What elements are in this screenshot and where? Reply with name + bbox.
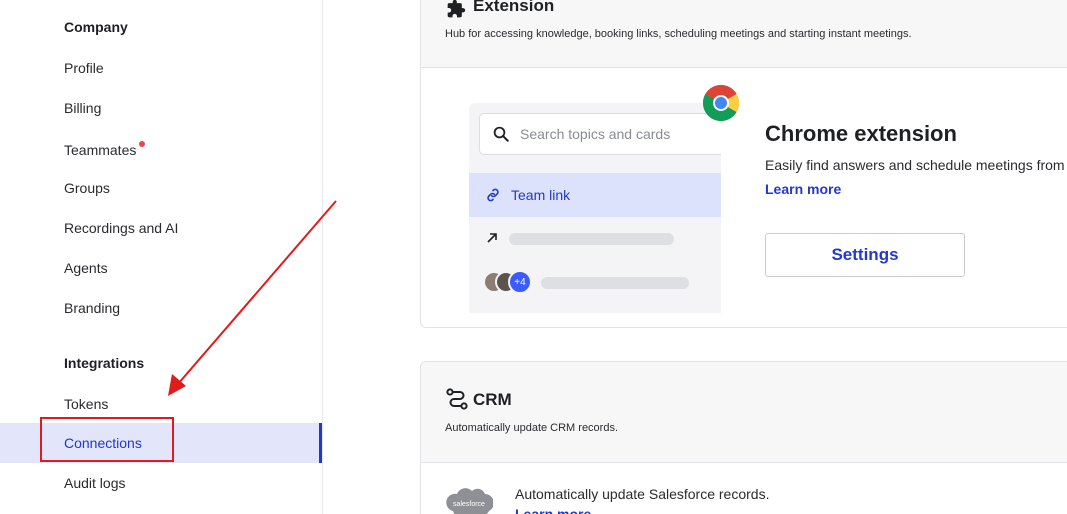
link-icon xyxy=(487,188,499,202)
preview-skeleton-line xyxy=(509,233,674,245)
sidebar-item-label: Teammates xyxy=(64,142,137,158)
sidebar-heading-company: Company xyxy=(64,19,128,35)
chrome-extension-title: Chrome extension xyxy=(765,121,957,146)
sidebar-heading-integrations: Integrations xyxy=(64,355,145,371)
extension-card-title: Extension xyxy=(473,0,555,15)
sidebar-item-label: Tokens xyxy=(64,396,109,412)
preview-team-link-row: Team link xyxy=(469,173,721,217)
workflow-icon xyxy=(446,388,468,410)
sidebar-item-teammates[interactable]: Teammates xyxy=(0,130,322,170)
crm-card-header: CRM Automatically update CRM records. xyxy=(421,362,1067,463)
extension-card-header: Extension Hub for accessing knowledge, b… xyxy=(421,0,1067,68)
extension-card-description: Hub for accessing knowledge, booking lin… xyxy=(445,28,912,40)
puzzle-icon xyxy=(447,0,466,18)
sidebar-item-billing[interactable]: Billing xyxy=(0,88,322,128)
chrome-learn-more-link[interactable]: Learn more xyxy=(765,181,841,197)
sidebar-item-label: Audit logs xyxy=(64,475,126,491)
sidebar-item-tokens[interactable]: Tokens xyxy=(0,384,322,424)
settings-page: Company Profile Billing Teammates Groups… xyxy=(0,0,1067,514)
crm-card: CRM Automatically update CRM records. sa… xyxy=(420,361,1067,514)
sidebar-item-connections[interactable]: Connections xyxy=(0,423,322,463)
sidebar-item-label: Agents xyxy=(64,260,108,276)
preview-search-placeholder: Search topics and cards xyxy=(520,126,671,142)
sidebar-item-label: Billing xyxy=(64,100,102,116)
settings-sidebar: Company Profile Billing Teammates Groups… xyxy=(0,0,323,514)
sidebar-item-recordings-and-ai[interactable]: Recordings and AI xyxy=(0,208,322,248)
sidebar-item-branding[interactable]: Branding xyxy=(0,288,322,328)
integrations-main: Extension Hub for accessing knowledge, b… xyxy=(323,0,1067,514)
extension-preview-illustration: Search topics and cards Team link +4 xyxy=(469,103,721,313)
sidebar-item-label: Groups xyxy=(64,180,110,196)
sidebar-item-groups[interactable]: Groups xyxy=(0,168,322,208)
sidebar-item-label: Profile xyxy=(64,60,104,76)
salesforce-logo-icon: salesforce xyxy=(446,488,493,514)
crm-card-title: CRM xyxy=(473,390,512,409)
arrow-up-right-icon xyxy=(487,233,497,243)
preview-team-link-label: Team link xyxy=(511,187,571,203)
chrome-extension-description: Easily find answers and schedule meeting… xyxy=(765,157,1065,173)
sidebar-item-label: Connections xyxy=(64,435,142,451)
sidebar-item-label: Branding xyxy=(64,300,121,316)
preview-skeleton-line xyxy=(541,277,689,289)
chrome-extension-settings-button[interactable]: Settings xyxy=(765,233,965,277)
sidebar-item-agents[interactable]: Agents xyxy=(0,248,322,288)
sidebar-item-label: Recordings and AI xyxy=(64,220,179,236)
notification-dot xyxy=(139,141,146,147)
sidebar-item-profile[interactable]: Profile xyxy=(0,48,322,88)
avatar-extra-count: +4 xyxy=(508,270,532,294)
chrome-logo-icon xyxy=(703,84,740,122)
salesforce-logo-text: salesforce xyxy=(453,501,485,508)
crm-card-description: Automatically update CRM records. xyxy=(445,422,619,434)
extension-card: Extension Hub for accessing knowledge, b… xyxy=(420,0,1067,328)
salesforce-learn-more-link[interactable]: Learn more xyxy=(515,506,591,514)
preview-search-box: Search topics and cards xyxy=(479,113,721,155)
salesforce-description: Automatically update Salesforce records. xyxy=(515,486,770,502)
search-icon xyxy=(493,126,509,142)
sidebar-item-audit-logs[interactable]: Audit logs xyxy=(0,463,322,503)
